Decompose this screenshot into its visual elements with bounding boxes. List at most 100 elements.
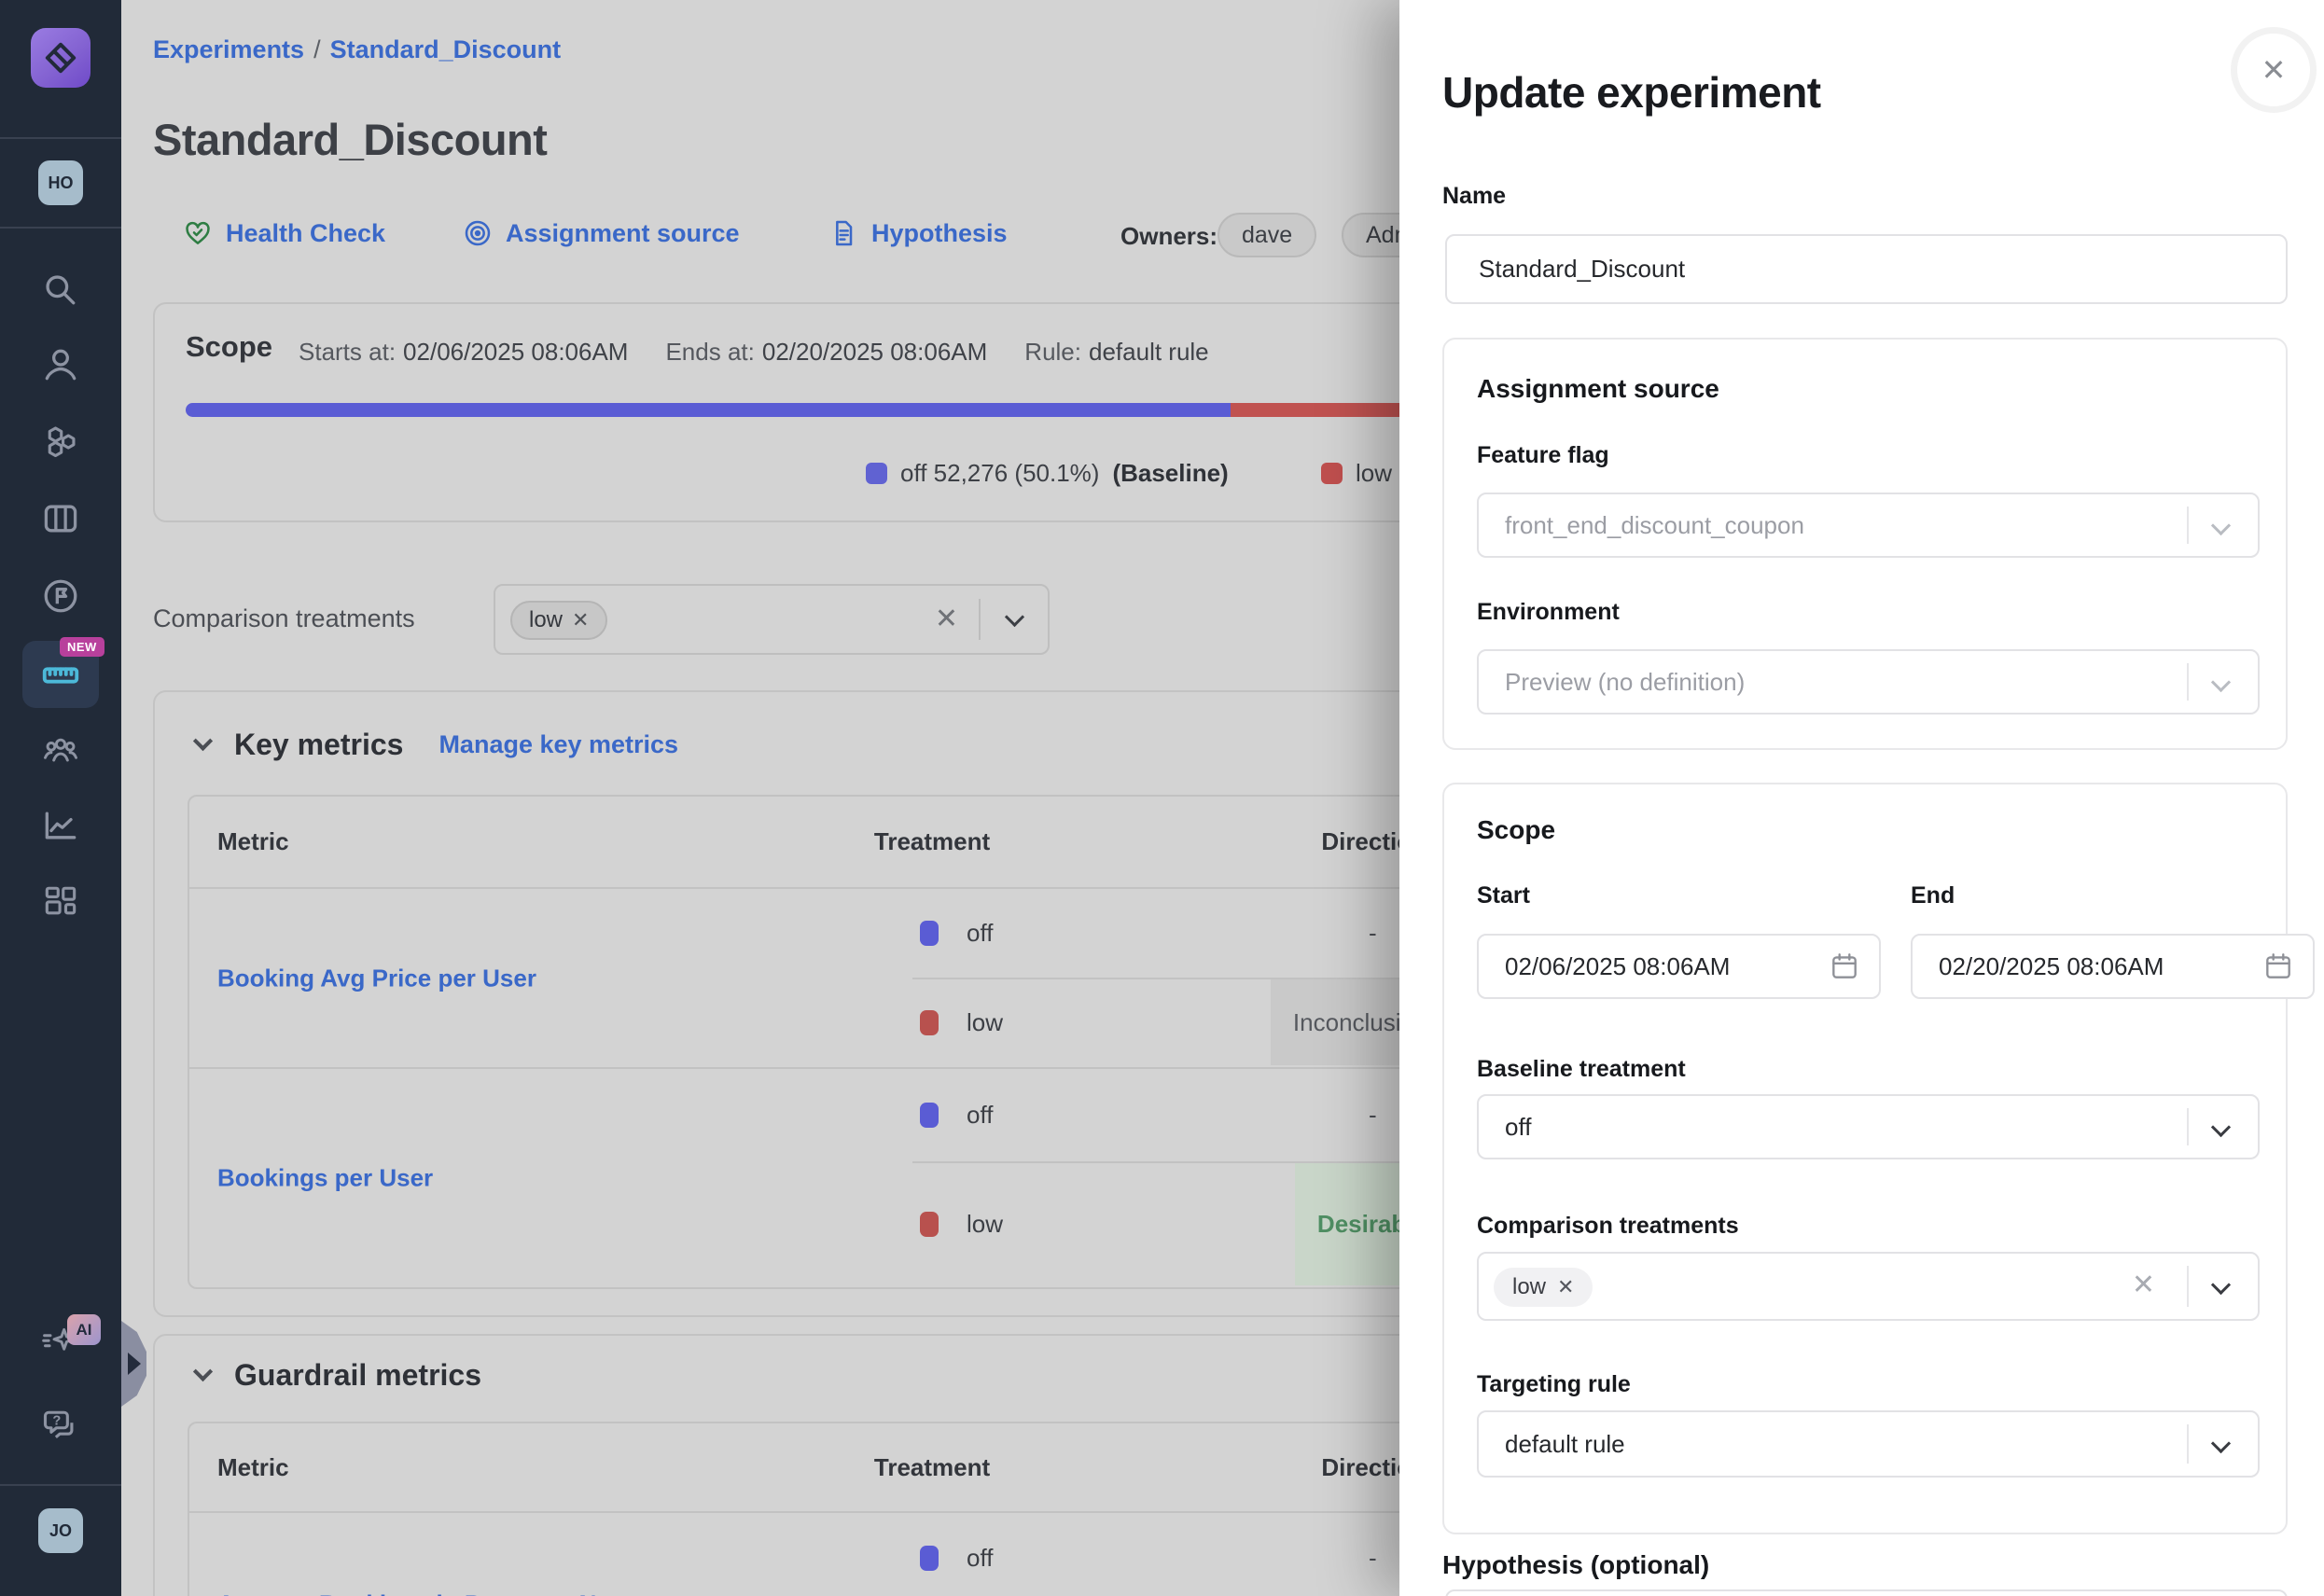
environment-select[interactable]: Preview (no definition) <box>1477 649 2260 715</box>
legend-off-label: off 52,276 (50.1%) <box>900 459 1099 488</box>
legend-off: off 52,276 (50.1%) (Baseline) <box>866 459 1229 488</box>
table-row: Booking Avg Price per User off - low Inc… <box>189 889 1426 1069</box>
manage-key-metrics-link[interactable]: Manage key metrics <box>438 730 678 759</box>
comparison-treatments-select[interactable]: low ✕ ✕ <box>494 584 1050 655</box>
chip-remove-icon[interactable]: ✕ <box>1557 1275 1574 1299</box>
treatment-name: low <box>967 1210 1003 1239</box>
scope-summary-card: Scope Starts at:02/06/2025 08:06AM Ends … <box>153 302 1487 522</box>
baseline-treatment-value: off <box>1505 1113 1531 1142</box>
chevron-down-icon[interactable] <box>2211 1275 2231 1295</box>
close-button[interactable]: ✕ <box>2231 27 2317 113</box>
dashboards-grid-icon[interactable] <box>40 881 81 922</box>
feature-flag-select[interactable]: front_end_discount_coupon <box>1477 493 2260 558</box>
treatment-subrow: off - <box>912 1513 1426 1596</box>
close-icon: ✕ <box>2261 52 2287 88</box>
help-chat-icon[interactable]: ? <box>40 1405 81 1446</box>
clear-icon[interactable]: ✕ <box>935 603 958 635</box>
treatment-name: off <box>967 1544 993 1573</box>
segments-hexagons-icon[interactable] <box>40 422 81 463</box>
calendar-icon <box>1829 951 1860 982</box>
legend-baseline-label: (Baseline) <box>1112 459 1228 488</box>
table-row: Bookings per User off - low Desirable <box>189 1069 1426 1287</box>
targeting-rule-select[interactable]: default rule <box>1477 1410 2260 1478</box>
ends-at-value: 02/20/2025 08:06AM <box>762 338 987 367</box>
start-date-value: 02/06/2025 08:06AM <box>1505 952 1730 981</box>
col-metric: Metric <box>189 1453 874 1482</box>
breadcrumb-experiments[interactable]: Experiments <box>153 35 304 63</box>
targeting-rule-label: Targeting rule <box>1477 1371 1631 1398</box>
legend-low-label: low <box>1356 459 1392 488</box>
metric-link[interactable]: Average Bookings in Promoter Net <box>217 1590 619 1596</box>
select-divider <box>2187 1108 2189 1145</box>
sidebar-divider <box>0 1484 121 1486</box>
start-label: Start <box>1477 882 1530 909</box>
search-icon[interactable] <box>40 270 81 311</box>
chevron-down-icon[interactable] <box>2211 1117 2231 1137</box>
columns-icon[interactable] <box>40 498 81 539</box>
heart-check-icon <box>183 218 213 248</box>
treatment-subrow: off - <box>912 1069 1426 1161</box>
feature-flag-icon[interactable] <box>40 576 81 617</box>
metric-link[interactable]: Bookings per User <box>217 1164 433 1193</box>
select-divider <box>979 599 981 640</box>
hypothesis-textarea[interactable] <box>1445 1589 2288 1596</box>
legend-off-swatch <box>866 463 887 484</box>
key-metrics-title: Key metrics <box>234 728 403 762</box>
treatment-chip[interactable]: low ✕ <box>510 601 607 640</box>
user-icon[interactable] <box>40 344 81 385</box>
calendar-icon <box>2262 951 2294 982</box>
owner-pill[interactable]: dave <box>1218 213 1316 257</box>
assignment-source-link[interactable]: Assignment source <box>463 218 740 248</box>
feature-flag-value: front_end_discount_coupon <box>1505 511 1804 540</box>
guardrail-metrics-section: Guardrail metrics Metric Treatment Direc… <box>153 1334 1487 1596</box>
off-dot <box>920 1103 939 1128</box>
health-check-link[interactable]: Health Check <box>183 218 385 248</box>
assignment-source-label: Assignment source <box>506 219 740 248</box>
end-date-value: 02/20/2025 08:06AM <box>1939 952 2164 981</box>
people-group-icon[interactable] <box>40 729 81 770</box>
end-label: End <box>1911 882 1955 909</box>
health-check-label: Health Check <box>226 219 385 248</box>
ai-badge: AI <box>67 1314 101 1345</box>
comparison-treatments-multiselect[interactable]: low ✕ ✕ <box>1477 1252 2260 1321</box>
ends-at-label: Ends at: <box>665 338 754 367</box>
select-divider <box>2187 1424 2189 1464</box>
hypothesis-link[interactable]: Hypothesis <box>828 218 1008 248</box>
name-input[interactable]: Standard_Discount <box>1445 234 2288 304</box>
comparison-treatments-label: Comparison treatments <box>153 604 415 633</box>
start-date-input[interactable]: 02/06/2025 08:06AM <box>1477 934 1881 999</box>
scope-card-title: Scope <box>186 330 272 364</box>
table-header: Metric Treatment Direction <box>189 1423 1426 1513</box>
clear-icon[interactable]: ✕ <box>2132 1269 2155 1301</box>
assignment-source-card: Assignment source Feature flag front_end… <box>1442 338 2288 750</box>
breadcrumb-current[interactable]: Standard_Discount <box>330 35 562 63</box>
statsig-logo-icon[interactable] <box>31 28 90 88</box>
owners-label: Owners: <box>1120 222 1218 251</box>
treatment-chip[interactable]: low ✕ <box>1494 1268 1593 1307</box>
key-metrics-table: Metric Treatment Direction Booking Avg P… <box>188 795 1428 1289</box>
user-avatar[interactable]: JO <box>38 1508 83 1553</box>
treatment-name: low <box>967 1008 1003 1037</box>
targeting-rule-value: default rule <box>1505 1430 1625 1459</box>
chevron-down-icon[interactable] <box>2211 1434 2231 1453</box>
scope-meta: Starts at:02/06/2025 08:06AM Ends at:02/… <box>299 338 1209 367</box>
environment-value: Preview (no definition) <box>1505 668 1745 697</box>
hypothesis-optional-label: Hypothesis (optional) <box>1442 1550 1709 1580</box>
scope-form-title: Scope <box>1477 815 1555 845</box>
treatment-subrow: off - <box>912 889 1426 978</box>
treatment-name: off <box>967 1101 993 1130</box>
table-row: Average Bookings in Promoter Net off - <box>189 1513 1426 1596</box>
metric-link[interactable]: Booking Avg Price per User <box>217 964 536 992</box>
end-date-input[interactable]: 02/20/2025 08:06AM <box>1911 934 2315 999</box>
table-header: Metric Treatment Direction <box>189 797 1426 889</box>
select-divider <box>2187 507 2189 544</box>
workspace-avatar[interactable]: HO <box>38 160 83 205</box>
baseline-treatment-select[interactable]: off <box>1477 1094 2260 1159</box>
collapse-chevron-icon[interactable] <box>193 1362 213 1381</box>
chevron-down-icon[interactable] <box>1005 607 1024 627</box>
chip-remove-icon[interactable]: ✕ <box>572 608 589 632</box>
chevron-down-icon <box>2211 673 2231 692</box>
collapse-chevron-icon[interactable] <box>193 731 213 751</box>
metrics-chart-icon[interactable] <box>40 805 81 846</box>
new-badge: NEW <box>60 637 104 657</box>
